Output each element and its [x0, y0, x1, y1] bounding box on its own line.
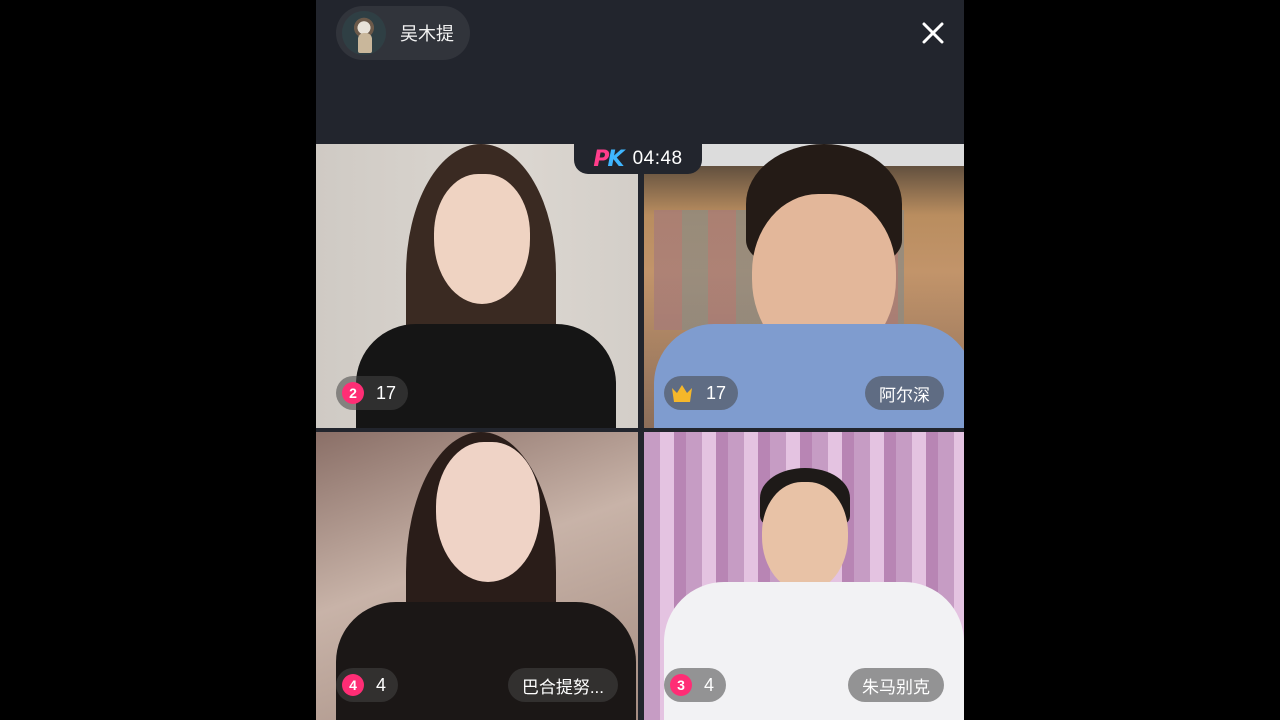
participant-name[interactable]: 巴合提努...	[507, 668, 618, 702]
participant-face	[434, 174, 530, 304]
score-pill: 17	[664, 376, 739, 410]
rank-badge: 2	[342, 382, 364, 404]
participant-tile-3[interactable]: 4 4 巴合提努...	[316, 432, 638, 720]
crown-icon	[670, 382, 694, 404]
rank-badge: 4	[342, 674, 364, 696]
pk-timer: 04:48	[632, 148, 683, 169]
score-pill: 4 4	[336, 668, 399, 702]
participant-tile-1[interactable]: 2 17	[316, 144, 638, 428]
host-chip[interactable]: 吴木提	[336, 6, 470, 60]
host-avatar[interactable]	[342, 11, 386, 55]
score-value: 4	[376, 674, 387, 695]
live-pk-screen: 吴木提 PK 04:48 2 17 17 阿尔深 4 4 巴合提努... 3 4…	[316, 0, 964, 720]
host-name: 吴木提	[400, 24, 454, 44]
score-pill: 3 4	[664, 668, 727, 702]
participant-face	[762, 482, 848, 592]
participant-tile-4[interactable]: 3 4 朱马别克	[644, 432, 964, 720]
participant-face	[436, 442, 540, 582]
participant-tile-2[interactable]: 17 阿尔深	[644, 144, 964, 428]
pk-badge: PK 04:48	[574, 144, 702, 174]
score-pill: 2 17	[336, 376, 409, 410]
score-value: 17	[376, 382, 397, 403]
participant-body	[336, 602, 636, 720]
pk-video-grid: 2 17 17 阿尔深 4 4 巴合提努... 3 4 朱马别克	[316, 144, 964, 720]
rank-badge: 3	[670, 674, 692, 696]
score-value: 4	[704, 674, 715, 695]
close-button[interactable]	[916, 16, 950, 50]
close-icon	[922, 22, 944, 44]
pk-logo: PK	[593, 146, 624, 172]
participant-name[interactable]: 阿尔深	[865, 376, 944, 410]
participant-name[interactable]: 朱马别克	[848, 668, 944, 702]
score-value: 17	[706, 382, 727, 403]
